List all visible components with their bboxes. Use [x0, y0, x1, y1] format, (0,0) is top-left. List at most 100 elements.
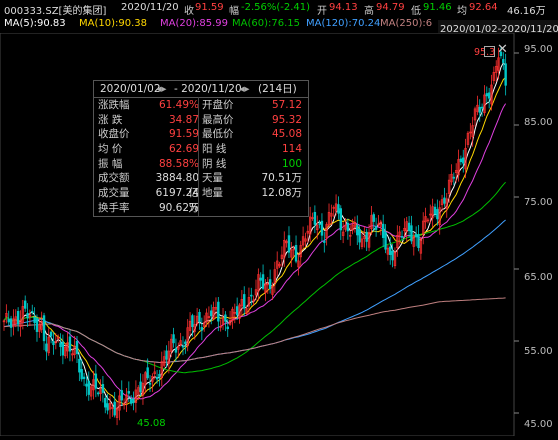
ytick-45: 45.00 — [524, 419, 553, 430]
ytick-55: 55.00 — [524, 346, 553, 357]
candle-body — [313, 212, 317, 225]
candle-body — [384, 231, 387, 250]
candle-body — [243, 294, 246, 309]
stats-value-right: 70.51万 — [261, 172, 302, 185]
stats-row: 成交量 6197.24万 地量 12.08万 — [94, 186, 308, 214]
high-label: 高 — [364, 6, 374, 17]
low-marker: 45.08 — [137, 418, 166, 429]
stats-value-left: 34.87 — [168, 113, 199, 126]
candle-body — [106, 403, 109, 411]
candle-body — [235, 306, 239, 316]
close-label: 收 — [184, 6, 194, 17]
candle-body — [372, 214, 375, 222]
candle-body — [35, 318, 39, 332]
stats-value-right: 95.32 — [271, 113, 302, 126]
candle-body — [224, 314, 227, 322]
stats-column-divider — [198, 97, 199, 216]
candle-body — [52, 341, 55, 346]
candle-body — [16, 311, 20, 325]
candle-body — [502, 58, 505, 63]
candle-body — [462, 157, 465, 164]
candle-body — [31, 311, 34, 313]
stats-value-left: 88.58% — [158, 157, 199, 170]
stats-value-right: 57.12 — [271, 99, 302, 111]
candle-body — [165, 350, 168, 360]
candle-body — [132, 398, 135, 403]
candle-body — [323, 240, 326, 243]
candle-body — [75, 341, 79, 354]
stats-label-left: 均 价 — [98, 143, 123, 156]
candle-body — [26, 312, 29, 319]
change-label: 幅 — [229, 6, 239, 17]
candle-body — [97, 392, 100, 395]
interval-end-arrows[interactable]: ◂▸ — [239, 81, 250, 97]
candle-body — [148, 383, 152, 385]
candle-body — [485, 93, 489, 97]
date-range-tag: 2020/01/02-2020/11/20(214日) — [438, 20, 558, 33]
stats-label-left: 收盘价 — [98, 128, 130, 141]
candle-body — [410, 225, 413, 242]
close-icon[interactable]: ✕ — [497, 42, 508, 57]
low-label: 低 — [411, 6, 421, 17]
candle-body — [113, 401, 116, 416]
candle-body — [184, 341, 187, 345]
candle-body — [7, 318, 10, 323]
candle-body — [358, 229, 361, 243]
maximize-icon[interactable] — [484, 46, 495, 57]
quote-header: 000333.SZ[美的集团] 2020/11/20 收 91.59 幅 -2.… — [0, 0, 558, 17]
low-value: 91.46 — [423, 2, 452, 13]
interval-days: (214日) — [258, 83, 297, 95]
candle-body — [210, 310, 213, 317]
change-value: -2.56%(-2.41) — [241, 2, 311, 13]
candle-body — [104, 397, 107, 408]
candle-body — [443, 197, 446, 204]
stats-row: 收盘价 91.59 最低价 45.08 — [94, 127, 308, 142]
candle-body — [82, 376, 86, 379]
candle-body — [407, 222, 411, 232]
interval-start: 2020/01/02 — [100, 83, 161, 95]
candle-body — [487, 92, 491, 99]
interval-stats-panel: 2020/01/02 ◂▸ - 2020/11/20 ◂▸ (214日) 涨跌幅… — [93, 80, 309, 217]
stats-label-right: 最高价 — [202, 113, 234, 126]
interval-start-arrows[interactable]: ◂▸ — [156, 81, 167, 97]
candle-body — [85, 383, 88, 387]
ytick-85: 85.00 — [524, 117, 553, 128]
stats-label-right: 最低价 — [202, 128, 234, 141]
candle-body — [226, 326, 229, 330]
candle-body — [339, 208, 342, 231]
candle-body — [452, 176, 456, 179]
ma120-label: MA(120):70.24 — [306, 18, 381, 29]
candle-body — [217, 301, 220, 322]
stats-label-left: 涨跌幅 — [98, 99, 130, 111]
candle-body — [320, 220, 324, 236]
stats-label-left: 换手率 — [98, 201, 130, 214]
stats-value-left: 62.69 — [168, 143, 199, 156]
candle-body — [146, 367, 149, 379]
ma10-label: MA(10):90.38 — [79, 18, 147, 29]
candle-body — [389, 246, 392, 255]
stock-code: 000333.SZ[美的集团] — [4, 6, 107, 17]
candle-body — [101, 384, 105, 393]
candle-body — [374, 226, 378, 230]
stats-label-left: 涨 跌 — [98, 113, 123, 126]
candle-body — [417, 234, 420, 248]
stats-row: 振 幅 88.58% 阴 线 100 — [94, 157, 308, 172]
stats-label-left: 振 幅 — [98, 157, 123, 170]
ytick-95: 95.00 — [524, 44, 553, 55]
ytick-75: 75.00 — [524, 197, 553, 208]
stats-row: 均 价 62.69 阳 线 114 — [94, 142, 308, 157]
candle-body — [414, 234, 418, 238]
high-value: 94.79 — [376, 2, 405, 13]
ma5-label: MA(5):90.83 — [4, 18, 66, 29]
stats-label-left: 成交量 — [98, 187, 130, 200]
candle-body — [181, 345, 185, 348]
candle-body — [45, 343, 48, 352]
candle-body — [391, 250, 394, 261]
candle-body — [191, 315, 194, 328]
candle-body — [365, 231, 368, 242]
ma20-label: MA(20):85.99 — [160, 18, 228, 29]
stats-row: 涨 跌 34.87 最高价 95.32 — [94, 113, 308, 128]
stats-value-right: 100 — [281, 157, 302, 170]
open-label: 开 — [317, 6, 327, 17]
stats-label-left: 成交额 — [98, 172, 130, 185]
